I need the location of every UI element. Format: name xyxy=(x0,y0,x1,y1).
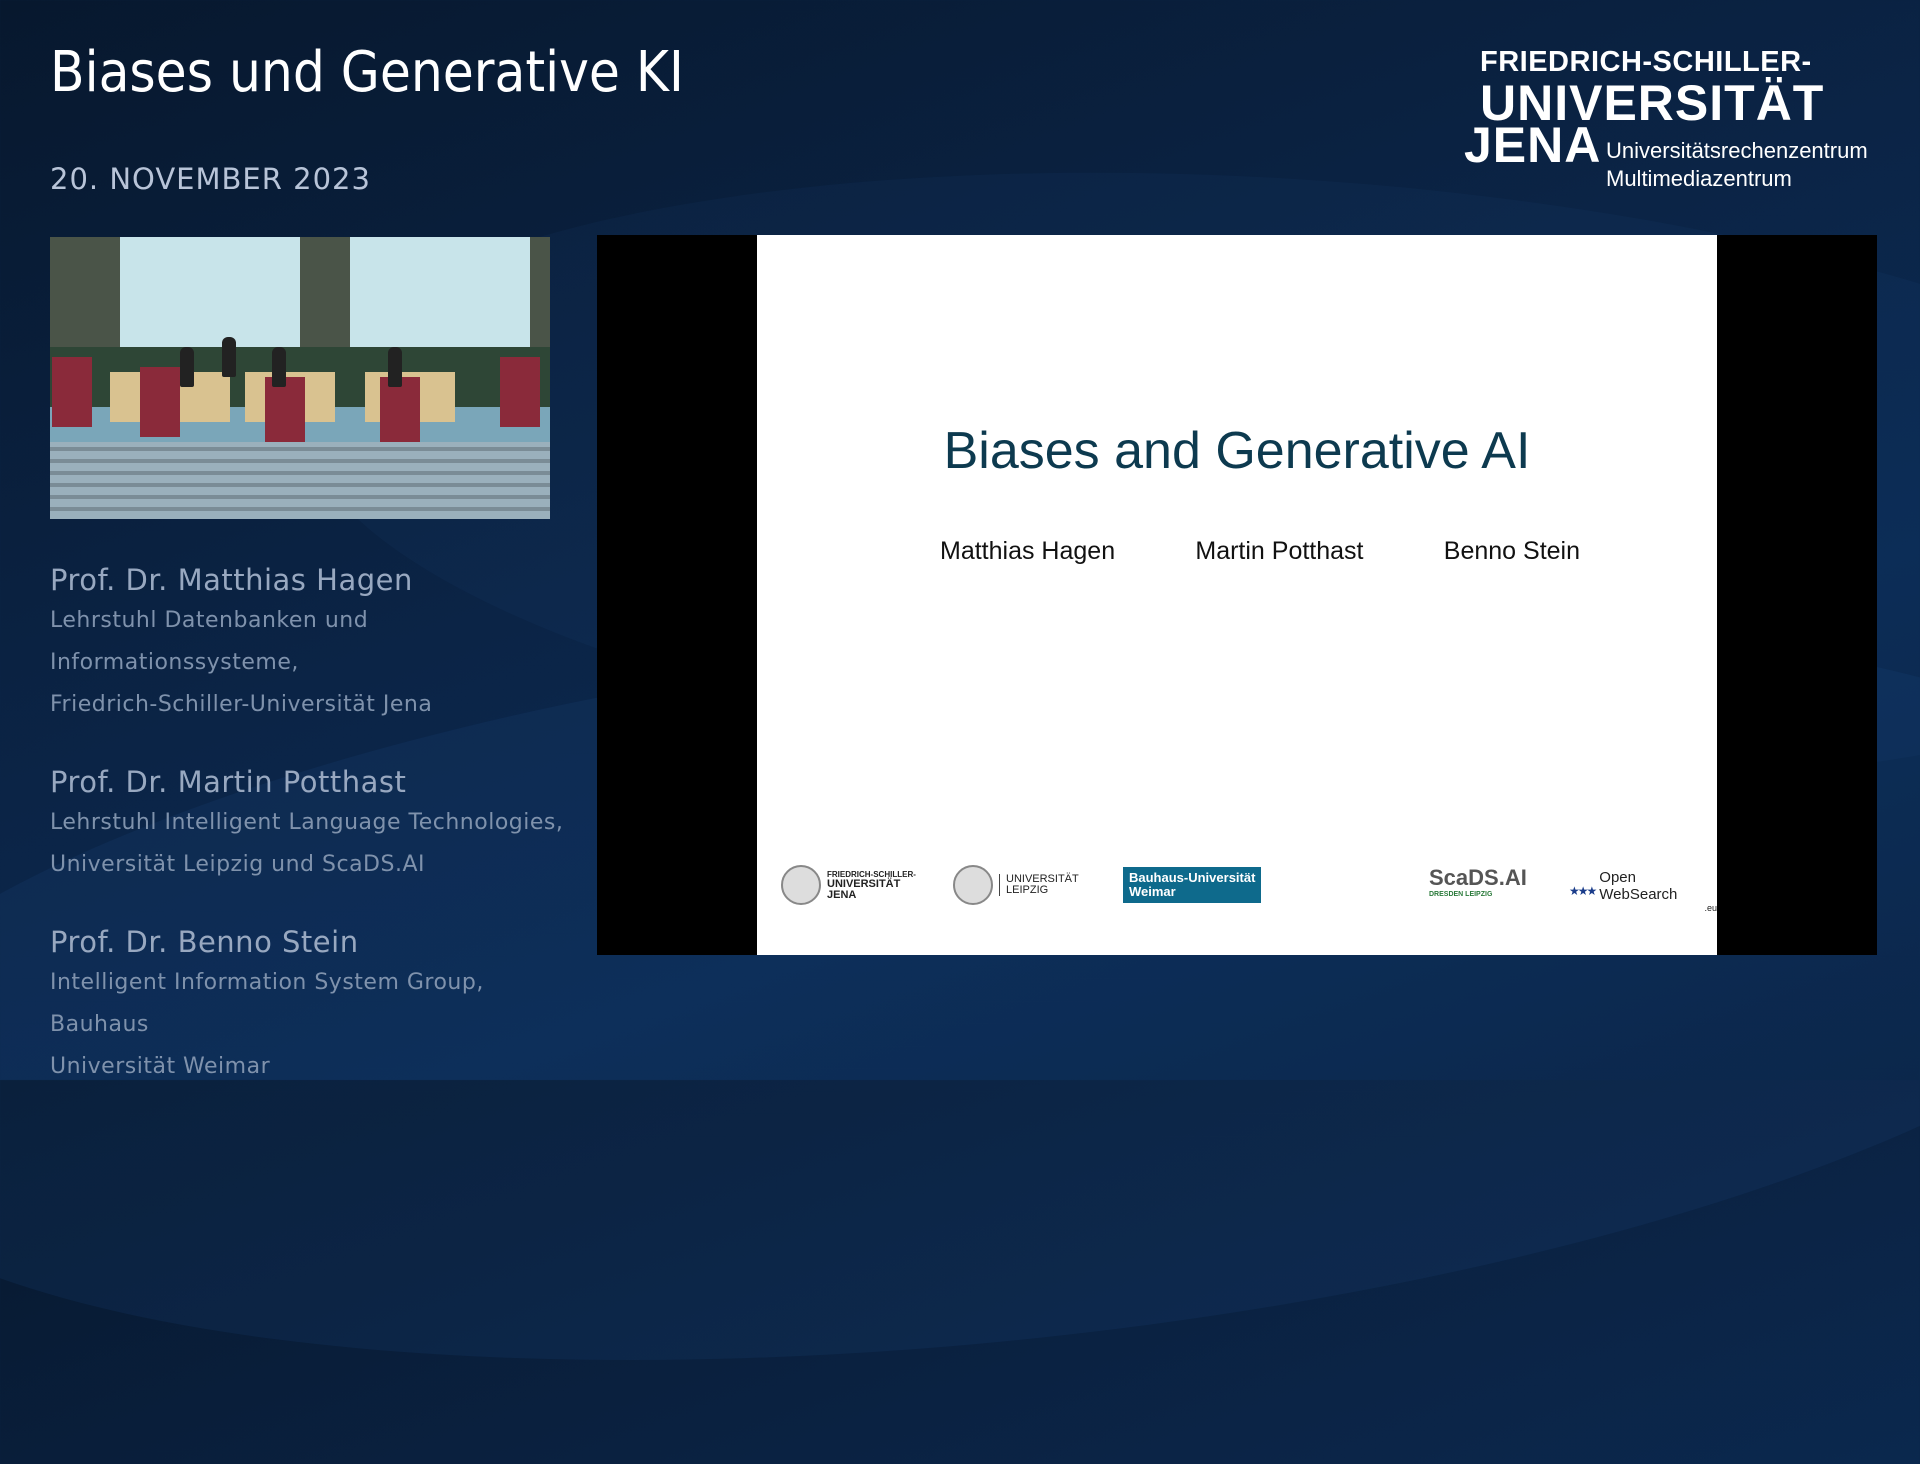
event-title: Biases und Generative KI xyxy=(50,40,684,105)
lecture-hall-camera-feed xyxy=(50,237,550,519)
speaker-item: Prof. Dr. Martin Potthast Lehrstuhl Inte… xyxy=(50,762,580,886)
projection-screen xyxy=(350,237,530,357)
poster xyxy=(380,377,420,447)
logo-text: .eu xyxy=(1704,903,1717,913)
speaker-affiliation: Lehrstuhl Datenbanken und Informationssy… xyxy=(50,608,369,675)
speaker-item: Prof. Dr. Benno Stein Intelligent Inform… xyxy=(50,922,580,1088)
slide-author: Martin Potthast xyxy=(1195,537,1364,565)
logo-text: UNIVERSITÄT xyxy=(827,877,901,890)
poster xyxy=(140,367,180,437)
openwebsearch-logo: ★★★ Open WebSearch .eu xyxy=(1569,869,1717,913)
audience-seats xyxy=(50,442,550,519)
speaker-name: Prof. Dr. Benno Stein xyxy=(50,925,359,959)
university-logo: FRIEDRICH-SCHILLER- UNIVERSITÄT JENA Uni… xyxy=(1460,46,1880,206)
event-date: 20. NOVEMBER 2023 xyxy=(50,162,371,196)
slide-footer-logos: FRIEDRICH-SCHILLER- UNIVERSITÄT JENA UNI… xyxy=(757,855,1717,915)
logo-text: LEIPZIG xyxy=(1006,884,1049,896)
speaker-list: Prof. Dr. Matthias Hagen Lehrstuhl Daten… xyxy=(50,560,580,1124)
projection-screen xyxy=(120,237,300,357)
speaker-name: Prof. Dr. Martin Potthast xyxy=(50,765,407,799)
speaker-affiliation: Universität Leipzig und ScaDS.AI xyxy=(50,852,425,877)
university-seal-icon xyxy=(953,865,993,905)
speaker-name: Prof. Dr. Matthias Hagen xyxy=(50,563,413,597)
person xyxy=(388,347,402,387)
scads-logo: ScaDS.AI DRESDEN LEIPZIG xyxy=(1429,865,1527,898)
speaker-affiliation: Lehrstuhl Intelligent Language Technolog… xyxy=(50,810,564,835)
slide-authors: Matthias Hagen Martin Potthast Benno Ste… xyxy=(940,537,1580,566)
slide-title: Biases and Generative AI xyxy=(943,422,1531,480)
person xyxy=(222,337,236,377)
university-seal-icon xyxy=(781,865,821,905)
speaker-affiliation: Intelligent Information System Group, Ba… xyxy=(50,970,484,1037)
person xyxy=(272,347,286,387)
logo-line: JENA xyxy=(1464,117,1602,173)
presentation-slide: Biases and Generative AI Matthias Hagen … xyxy=(757,235,1717,955)
speaker-affiliation: Universität Weimar xyxy=(50,1054,271,1079)
logo-subline: Universitätsrechenzentrum xyxy=(1606,138,1868,163)
slide-author: Matthias Hagen xyxy=(940,537,1116,565)
speaker-item: Prof. Dr. Matthias Hagen Lehrstuhl Daten… xyxy=(50,560,580,726)
logo-text: ScaDS.AI xyxy=(1429,865,1527,890)
logo-text: Weimar xyxy=(1129,884,1176,899)
speaker-affiliation: Friedrich-Schiller-Universität Jena xyxy=(50,692,433,717)
logo-text: JENA xyxy=(827,888,857,901)
logo-text: Open WebSearch xyxy=(1599,869,1678,903)
presentation-view: Biases and Generative AI Matthias Hagen … xyxy=(597,235,1877,955)
eu-stars-icon: ★★★ xyxy=(1569,884,1597,898)
poster xyxy=(52,357,92,427)
logo-text: Bauhaus-Universität xyxy=(1129,870,1256,885)
person xyxy=(180,347,194,387)
jena-logo: FRIEDRICH-SCHILLER- UNIVERSITÄT JENA xyxy=(781,865,916,905)
poster xyxy=(500,357,540,427)
bauhaus-logo: Bauhaus-Universität Weimar xyxy=(1123,867,1262,903)
leipzig-logo: UNIVERSITÄT LEIPZIG xyxy=(953,865,1079,905)
logo-text: DRESDEN LEIPZIG xyxy=(1429,891,1493,898)
poster xyxy=(265,377,305,447)
logo-subline: Multimediazentrum xyxy=(1606,166,1792,191)
slide-author: Benno Stein xyxy=(1443,537,1580,565)
